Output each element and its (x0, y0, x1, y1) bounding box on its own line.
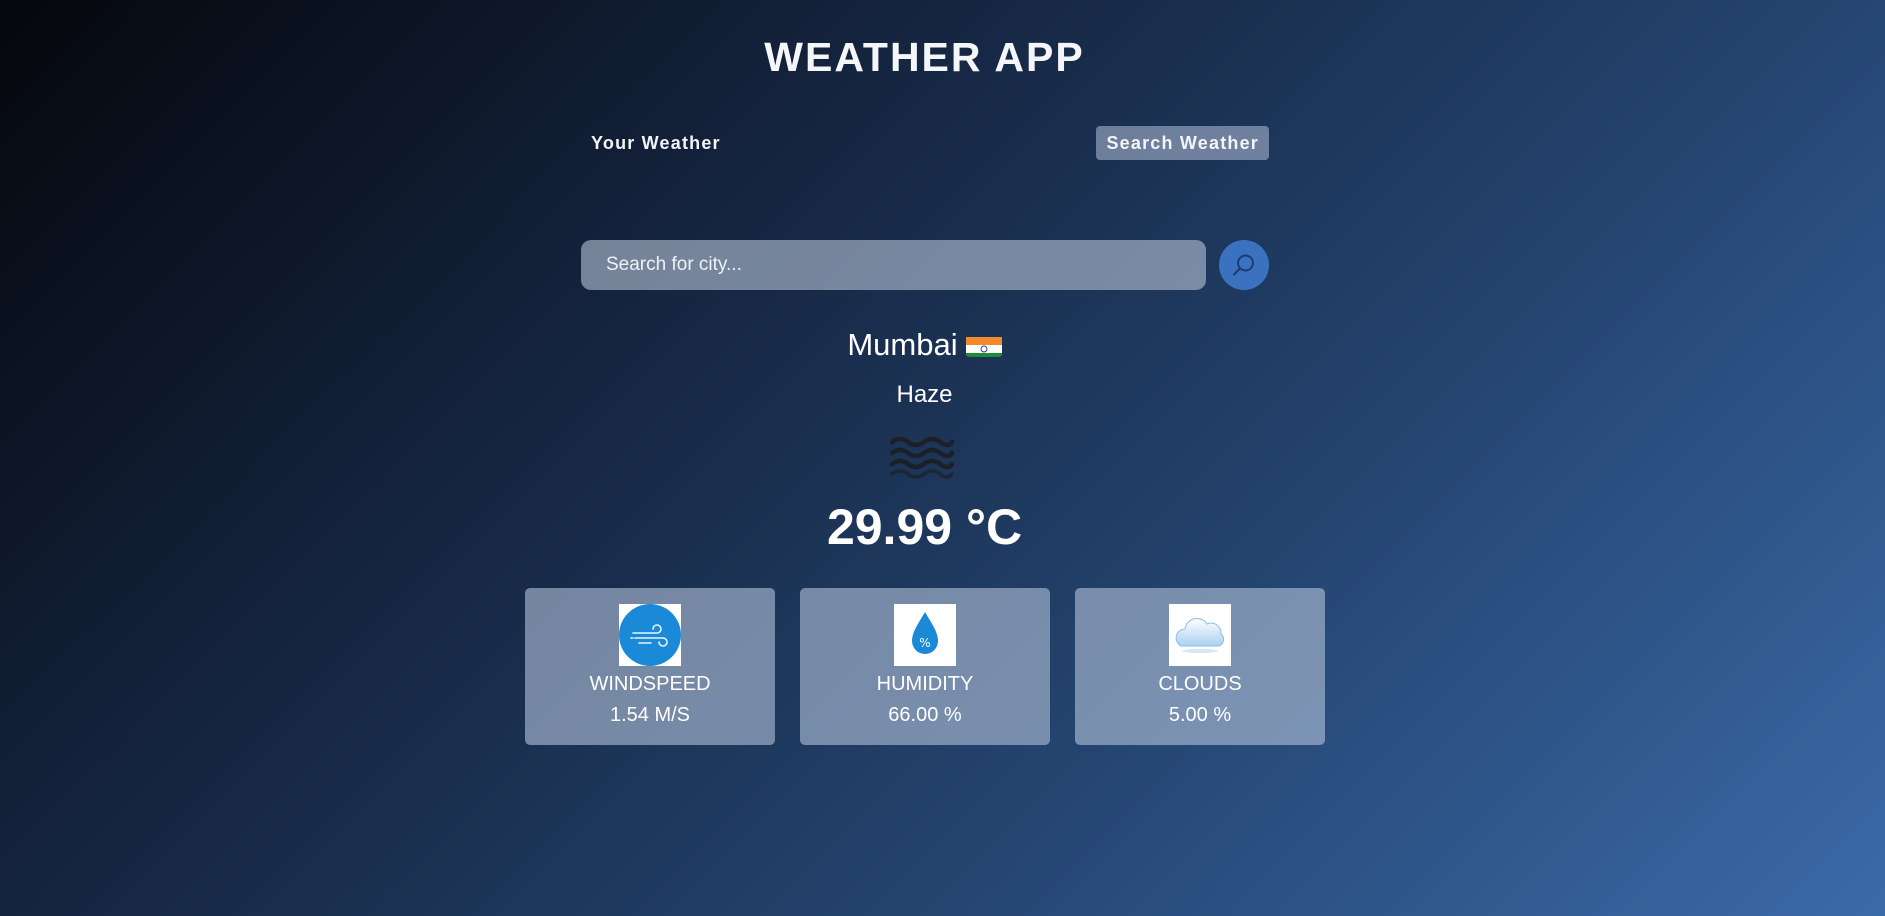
city-display: Mumbai (0, 327, 1849, 363)
app-title: WEATHER APP (764, 34, 1085, 80)
search-input[interactable] (581, 240, 1206, 290)
stat-card-clouds: CLOUDS 5.00 % (1075, 588, 1325, 745)
wind-icon (619, 604, 681, 666)
tab-your-weather[interactable]: Your Weather (581, 126, 731, 160)
windspeed-value: 1.54 M/S (609, 704, 691, 726)
cloud-icon (1169, 604, 1231, 666)
search-button[interactable] (1219, 240, 1269, 290)
humidity-label: HUMIDITY (876, 673, 974, 695)
weather-condition: Haze (896, 381, 953, 408)
india-flag-icon (965, 333, 1002, 357)
search-icon (1232, 254, 1254, 276)
svg-text:%: % (919, 636, 930, 650)
windspeed-label: WINDSPEED (589, 673, 711, 695)
stat-card-humidity: % HUMIDITY 66.00 % (800, 588, 1050, 745)
humidity-icon: % (894, 604, 956, 666)
humidity-value: 66.00 % (888, 704, 962, 726)
tab-bar: Your Weather Search Weather (581, 126, 1269, 160)
temperature-value: 29.99 °C (826, 499, 1023, 555)
search-bar (581, 240, 1269, 290)
stat-card-windspeed: WINDSPEED 1.54 M/S (525, 588, 775, 745)
tab-search-weather[interactable]: Search Weather (1096, 126, 1269, 160)
city-name: Mumbai (847, 327, 958, 362)
clouds-value: 5.00 % (1168, 704, 1232, 726)
clouds-label: CLOUDS (1158, 673, 1242, 695)
haze-icon (889, 432, 955, 480)
